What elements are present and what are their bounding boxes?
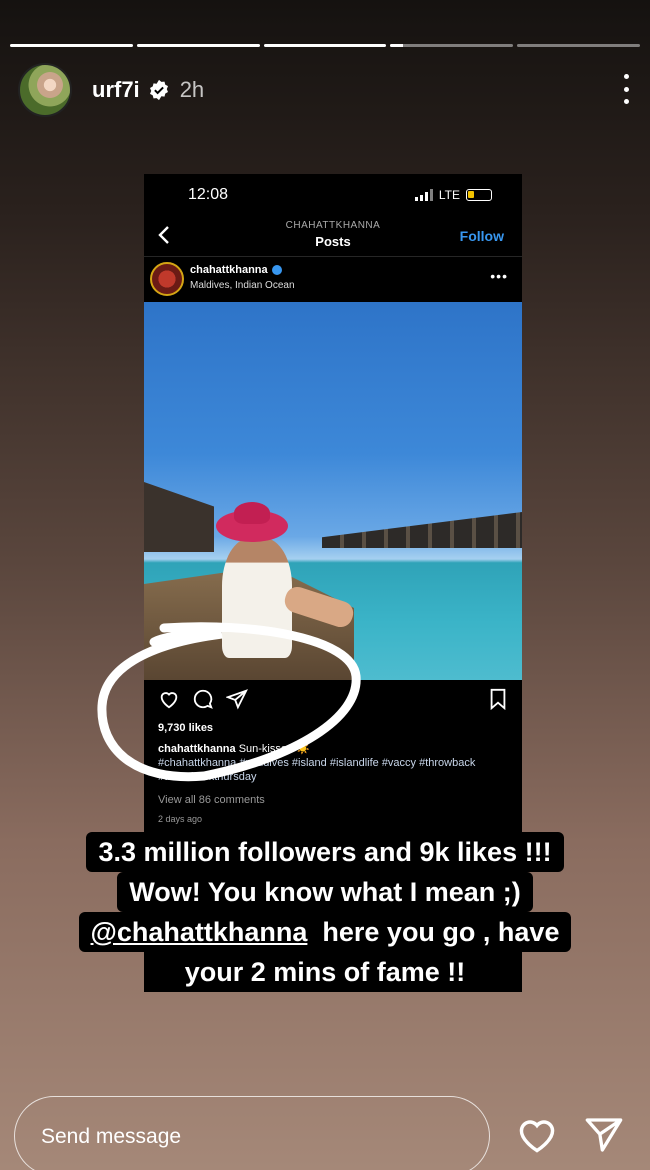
signal-icon (414, 189, 433, 201)
status-bar: 12:08 LTE (144, 186, 522, 206)
progress-fill (10, 44, 133, 47)
hand-drawn-circle (97, 622, 361, 782)
progress-segment (390, 44, 514, 47)
progress-segment (136, 44, 260, 47)
follow-button: Follow (459, 228, 504, 244)
progress-fill (263, 44, 387, 47)
send-message-input[interactable]: Send message (14, 1096, 490, 1170)
caption-line-3-rest: here you go , have (307, 917, 560, 947)
divider (144, 256, 522, 257)
network-label: LTE (438, 188, 460, 202)
post-time: 2h (179, 77, 205, 102)
send-icon[interactable] (584, 1116, 624, 1154)
verified-badge-icon (149, 79, 168, 101)
caption-line-1: 3.3 million followers and 9k likes !!! (86, 832, 564, 872)
caption-line-4: your 2 mins of fame !! (172, 952, 478, 992)
status-time: 12:08 (188, 186, 229, 203)
horizontal-dots-icon: ••• (490, 268, 508, 284)
post-age: 2 days ago (158, 814, 203, 824)
progress-segment (263, 44, 387, 47)
username[interactable]: urf7i (92, 77, 140, 103)
post-location: Maldives, Indian Ocean (190, 280, 295, 291)
verified-badge-icon (271, 265, 282, 275)
posts-navbar: CHAHATTKHANNA Posts Follow (144, 216, 522, 256)
story-caption: 3.3 million followers and 9k likes !!! W… (0, 832, 650, 992)
progress-segment (10, 44, 133, 47)
progress-segment (517, 44, 640, 47)
message-placeholder: Send message (41, 1125, 182, 1148)
heart-icon[interactable] (516, 1116, 558, 1154)
post-username: chahattkhanna (190, 264, 268, 276)
post-header: chahattkhanna Maldives, Indian Ocean ••• (144, 260, 522, 300)
progress-fill (136, 44, 260, 47)
avatar[interactable] (18, 63, 72, 117)
post-avatar (150, 262, 184, 296)
mention-link[interactable]: @chahattkhanna (91, 917, 308, 947)
view-comments: View all 86 comments (158, 794, 265, 806)
vertical-dots-icon[interactable] (620, 74, 632, 104)
story-header: urf7i 2h (18, 62, 632, 118)
battery-icon (466, 189, 492, 201)
bookmark-icon (490, 688, 506, 710)
caption-line-3: @chahattkhanna here you go , have (78, 912, 572, 952)
progress-fill (390, 44, 403, 47)
story-progress (10, 44, 640, 47)
caption-line-2: Wow! You know what I mean ;) (117, 872, 533, 912)
